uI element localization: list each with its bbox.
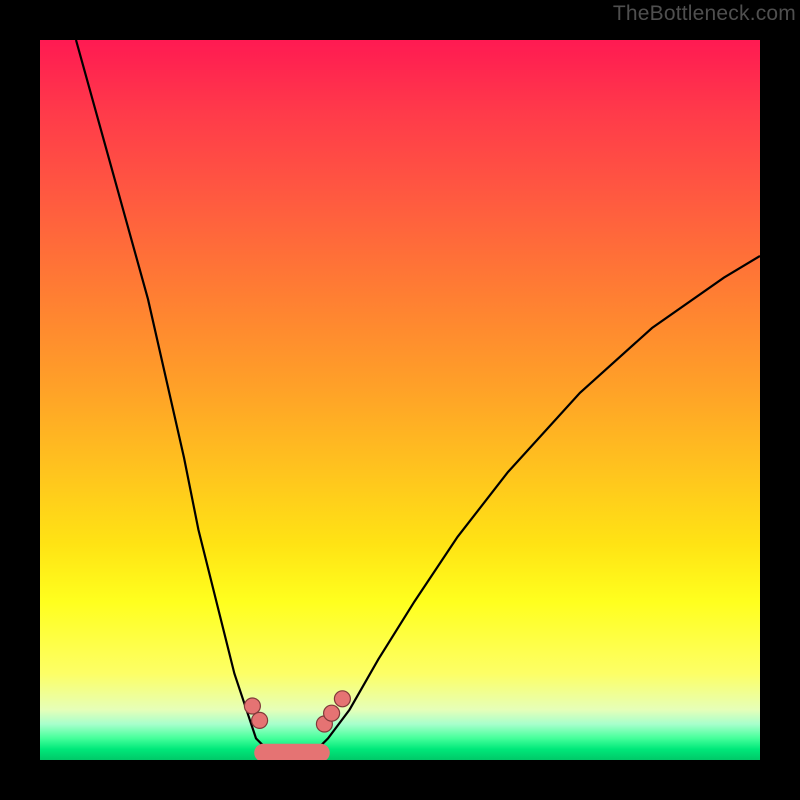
markers-group: [244, 691, 350, 732]
left-curve: [76, 40, 285, 756]
data-marker: [324, 705, 340, 721]
data-marker: [252, 712, 268, 728]
chart-frame: TheBottleneck.com: [0, 0, 800, 800]
watermark-text: TheBottleneck.com: [613, 2, 796, 26]
data-marker: [334, 691, 350, 707]
right-curve: [314, 256, 760, 753]
curves-svg: [40, 40, 760, 760]
plot-area: [40, 40, 760, 760]
data-marker: [244, 698, 260, 714]
